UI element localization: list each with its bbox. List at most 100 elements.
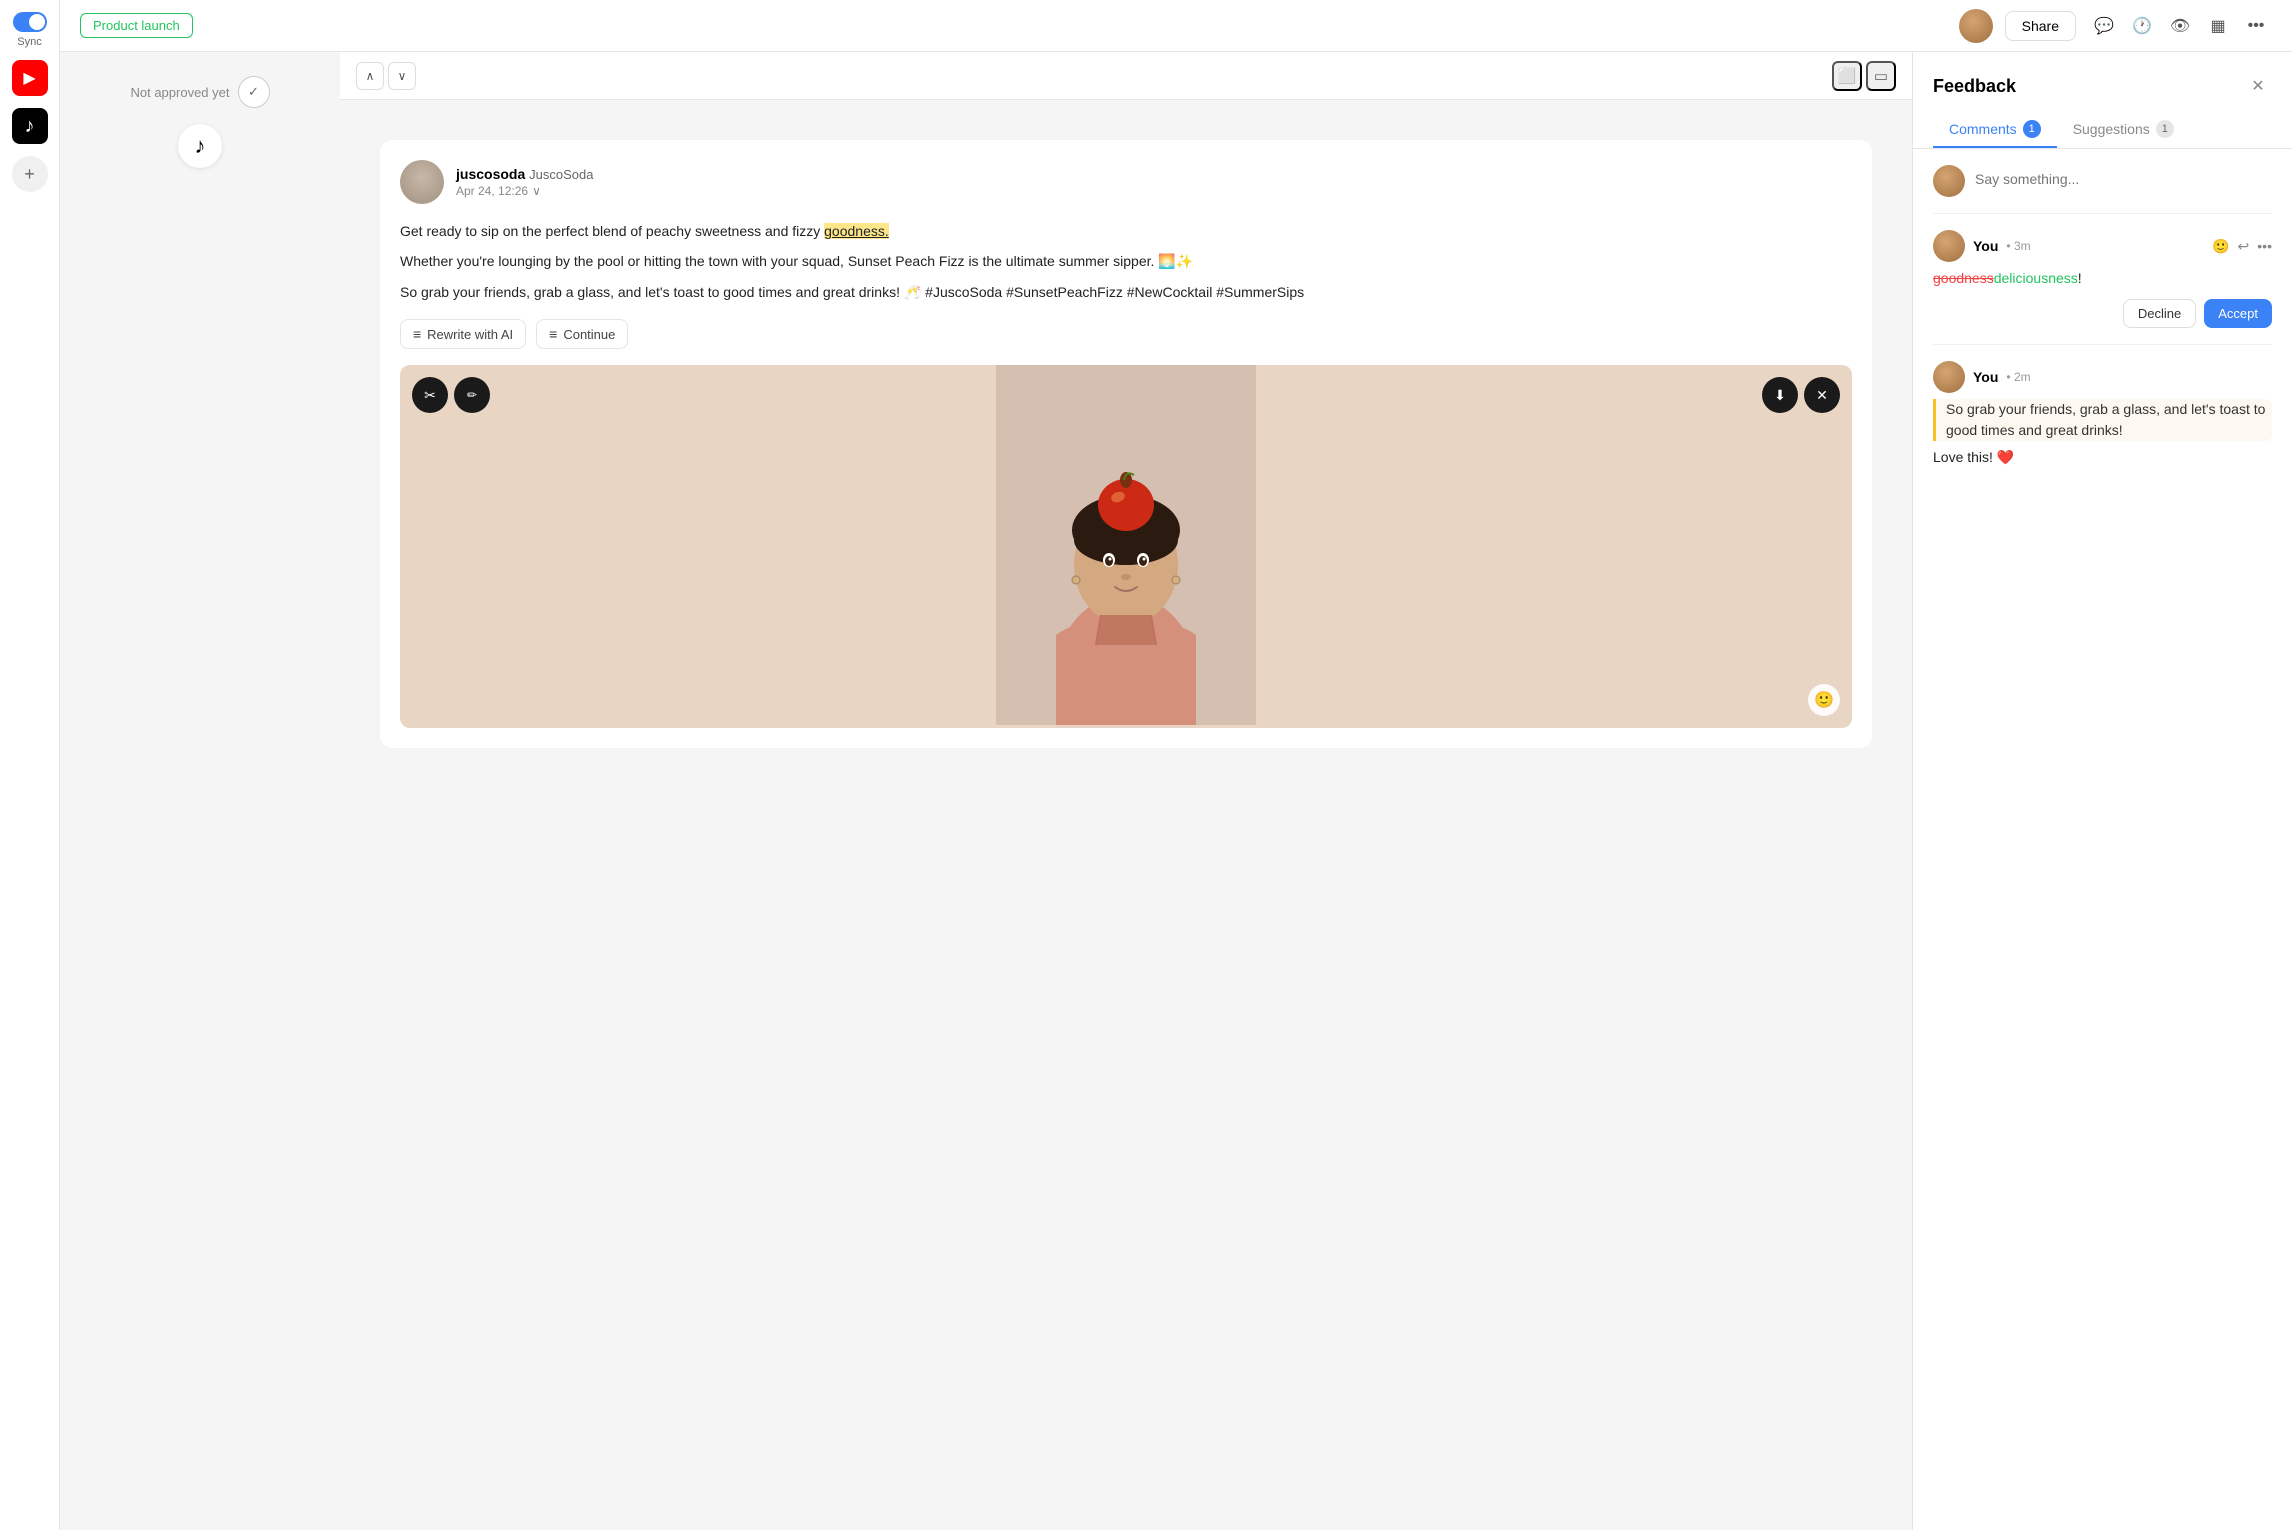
check-icon: ✓: [248, 84, 259, 100]
comment-actions-row-1: 🙂 ↩ •••: [2212, 238, 2272, 255]
main-content: Product launch Share 💬 🕐 👁 ▦ •••: [60, 0, 2292, 1530]
history-icon-btn[interactable]: 🕐: [2126, 10, 2158, 42]
share-button[interactable]: Share: [2005, 11, 2076, 41]
post-actions: ≡ Rewrite with AI ≡ Continue: [400, 319, 1852, 349]
image-overlay-controls: ✂ ✏: [412, 377, 490, 413]
sidebar: Sync ▶ ♪ +: [0, 0, 60, 1530]
divider-1: [1933, 213, 2272, 214]
comment-quoted-text: So grab your friends, grab a glass, and …: [1946, 399, 2272, 441]
feedback-header: Feedback ✕: [1913, 52, 2292, 100]
post-text-line2: Whether you're lounging by the pool or h…: [400, 250, 1852, 272]
sidebar-icon-tiktok[interactable]: ♪: [12, 108, 48, 144]
feedback-tabs: Comments 1 Suggestions 1: [1913, 100, 2292, 149]
left-panel: Not approved yet ✓ ♪: [60, 52, 340, 1530]
post-image: [400, 365, 1852, 725]
topbar-right: Share 💬 🕐 👁 ▦ •••: [1959, 9, 2272, 43]
comment-username-2: You: [1973, 369, 1998, 385]
center-toolbar: ∧ ∨ ⬜ ▭: [340, 52, 1912, 100]
post-avatar: [400, 160, 444, 204]
comment-input-avatar: [1933, 165, 1965, 197]
mobile-icon: ▭: [1874, 67, 1888, 85]
layout-icon-btn[interactable]: ▦: [2202, 10, 2234, 42]
sync-label: Sync: [17, 36, 41, 48]
eye-icon: 👁: [2170, 16, 2190, 36]
platform-tiktok-icon[interactable]: ♪: [178, 124, 222, 168]
more-options-btn[interactable]: •••: [2240, 10, 2272, 42]
desktop-view-btn[interactable]: ⬜: [1832, 61, 1862, 91]
comment-avatar-2: [1933, 361, 1965, 393]
nav-up-button[interactable]: ∧: [356, 62, 384, 90]
comment-time-2: • 2m: [2006, 370, 2030, 384]
close-feedback-icon: ✕: [2251, 76, 2264, 96]
comment-user-info-2: You • 2m: [1933, 361, 2031, 393]
post-image-container: ✂ ✏ ⬇ ✕: [400, 365, 1852, 728]
chat-icon-btn[interactable]: 💬: [2088, 10, 2120, 42]
approval-label: Not approved yet: [130, 85, 229, 100]
crop-button[interactable]: ✂: [412, 377, 448, 413]
layout-icon: ▦: [2210, 16, 2225, 36]
comment-text-1: goodnessdeliciousness!: [1933, 268, 2272, 289]
suggestions-tab-label: Suggestions: [2073, 121, 2150, 137]
comment-input-row: [1933, 165, 2272, 197]
comment-quoted-block: So grab your friends, grab a glass, and …: [1933, 399, 2272, 441]
comment-reply-btn[interactable]: ↩: [2238, 238, 2250, 255]
suggestions-badge: 1: [2156, 120, 2174, 138]
comment-time-1: • 3m: [2006, 239, 2030, 253]
inserted-text: deliciousness: [1994, 270, 2078, 286]
sidebar-icon-add[interactable]: +: [12, 156, 48, 192]
download-button[interactable]: ⬇: [1762, 377, 1798, 413]
comment-emoji-btn[interactable]: 🙂: [2212, 238, 2229, 255]
post-author-line: juscosoda JuscoSoda: [456, 166, 593, 182]
comment-buttons-1: Decline Accept: [1933, 299, 2272, 328]
rewrite-btn-label: Rewrite with AI: [427, 327, 513, 342]
download-icon: ⬇: [1774, 387, 1786, 404]
comment-avatar-1: [1933, 230, 1965, 262]
close-image-button[interactable]: ✕: [1804, 377, 1840, 413]
approve-button[interactable]: ✓: [238, 76, 270, 108]
close-feedback-button[interactable]: ✕: [2244, 72, 2272, 100]
post-text-line3: So grab your friends, grab a glass, and …: [400, 281, 1852, 303]
view-icons: ⬜ ▭: [1832, 61, 1896, 91]
annotate-icon: ✏: [467, 388, 477, 402]
accept-button[interactable]: Accept: [2204, 299, 2272, 328]
preview-icon-btn[interactable]: 👁: [2164, 10, 2196, 42]
sidebar-icon-youtube[interactable]: ▶: [12, 60, 48, 96]
tab-suggestions[interactable]: Suggestions 1: [2057, 112, 2190, 148]
strikethrough-text: goodness: [1933, 270, 1994, 286]
comment-more-btn[interactable]: •••: [2257, 238, 2272, 255]
post-header: juscosoda JuscoSoda Apr 24, 12:26 ∨: [400, 160, 1852, 204]
continue-icon: ≡: [549, 326, 557, 342]
comment-user-info-1: You • 3m: [1933, 230, 2031, 262]
chevron-down-icon: ∨: [398, 69, 407, 83]
post-meta: juscosoda JuscoSoda Apr 24, 12:26 ∨: [456, 166, 593, 198]
youtube-icon: ▶: [23, 68, 35, 88]
center-panel: ∧ ∨ ⬜ ▭: [340, 52, 1912, 1530]
decline-button[interactable]: Decline: [2123, 299, 2196, 328]
comment-item-1: You • 3m 🙂 ↩ ••• goodnessdeliciousness!: [1933, 230, 2272, 328]
comment-input-field[interactable]: [1975, 165, 2272, 193]
sync-toggle[interactable]: [13, 12, 47, 32]
rewrite-ai-button[interactable]: ≡ Rewrite with AI: [400, 319, 526, 349]
continue-button[interactable]: ≡ Continue: [536, 319, 628, 349]
tab-comments[interactable]: Comments 1: [1933, 112, 2057, 148]
nav-down-button[interactable]: ∨: [388, 62, 416, 90]
comment-text-2: Love this! ❤️: [1933, 447, 2272, 468]
content-area: Not approved yet ✓ ♪ ∧ ∨: [60, 52, 2292, 1530]
feedback-body: You • 3m 🙂 ↩ ••• goodnessdeliciousness!: [1913, 149, 2292, 1530]
approval-status: Not approved yet ✓: [130, 76, 269, 108]
emoji-reaction-btn[interactable]: 🙂: [1808, 684, 1840, 716]
topbar: Product launch Share 💬 🕐 👁 ▦ •••: [60, 0, 2292, 52]
mobile-view-btn[interactable]: ▭: [1866, 61, 1896, 91]
desktop-icon: ⬜: [1838, 67, 1857, 85]
feedback-title: Feedback: [1933, 76, 2016, 97]
continue-btn-label: Continue: [563, 327, 615, 342]
post-card: juscosoda JuscoSoda Apr 24, 12:26 ∨ Get …: [380, 140, 1872, 748]
close-icon: ✕: [1816, 387, 1828, 404]
tiktok-platform-icon: ♪: [195, 133, 206, 159]
comment-header-row-2: You • 2m: [1933, 361, 2272, 393]
annotate-button[interactable]: ✏: [454, 377, 490, 413]
chat-icon: 💬: [2094, 16, 2114, 36]
topbar-icons: 💬 🕐 👁 ▦ •••: [2088, 10, 2272, 42]
divider-2: [1933, 344, 2272, 345]
post-text-line1: Get ready to sip on the perfect blend of…: [400, 220, 1852, 242]
